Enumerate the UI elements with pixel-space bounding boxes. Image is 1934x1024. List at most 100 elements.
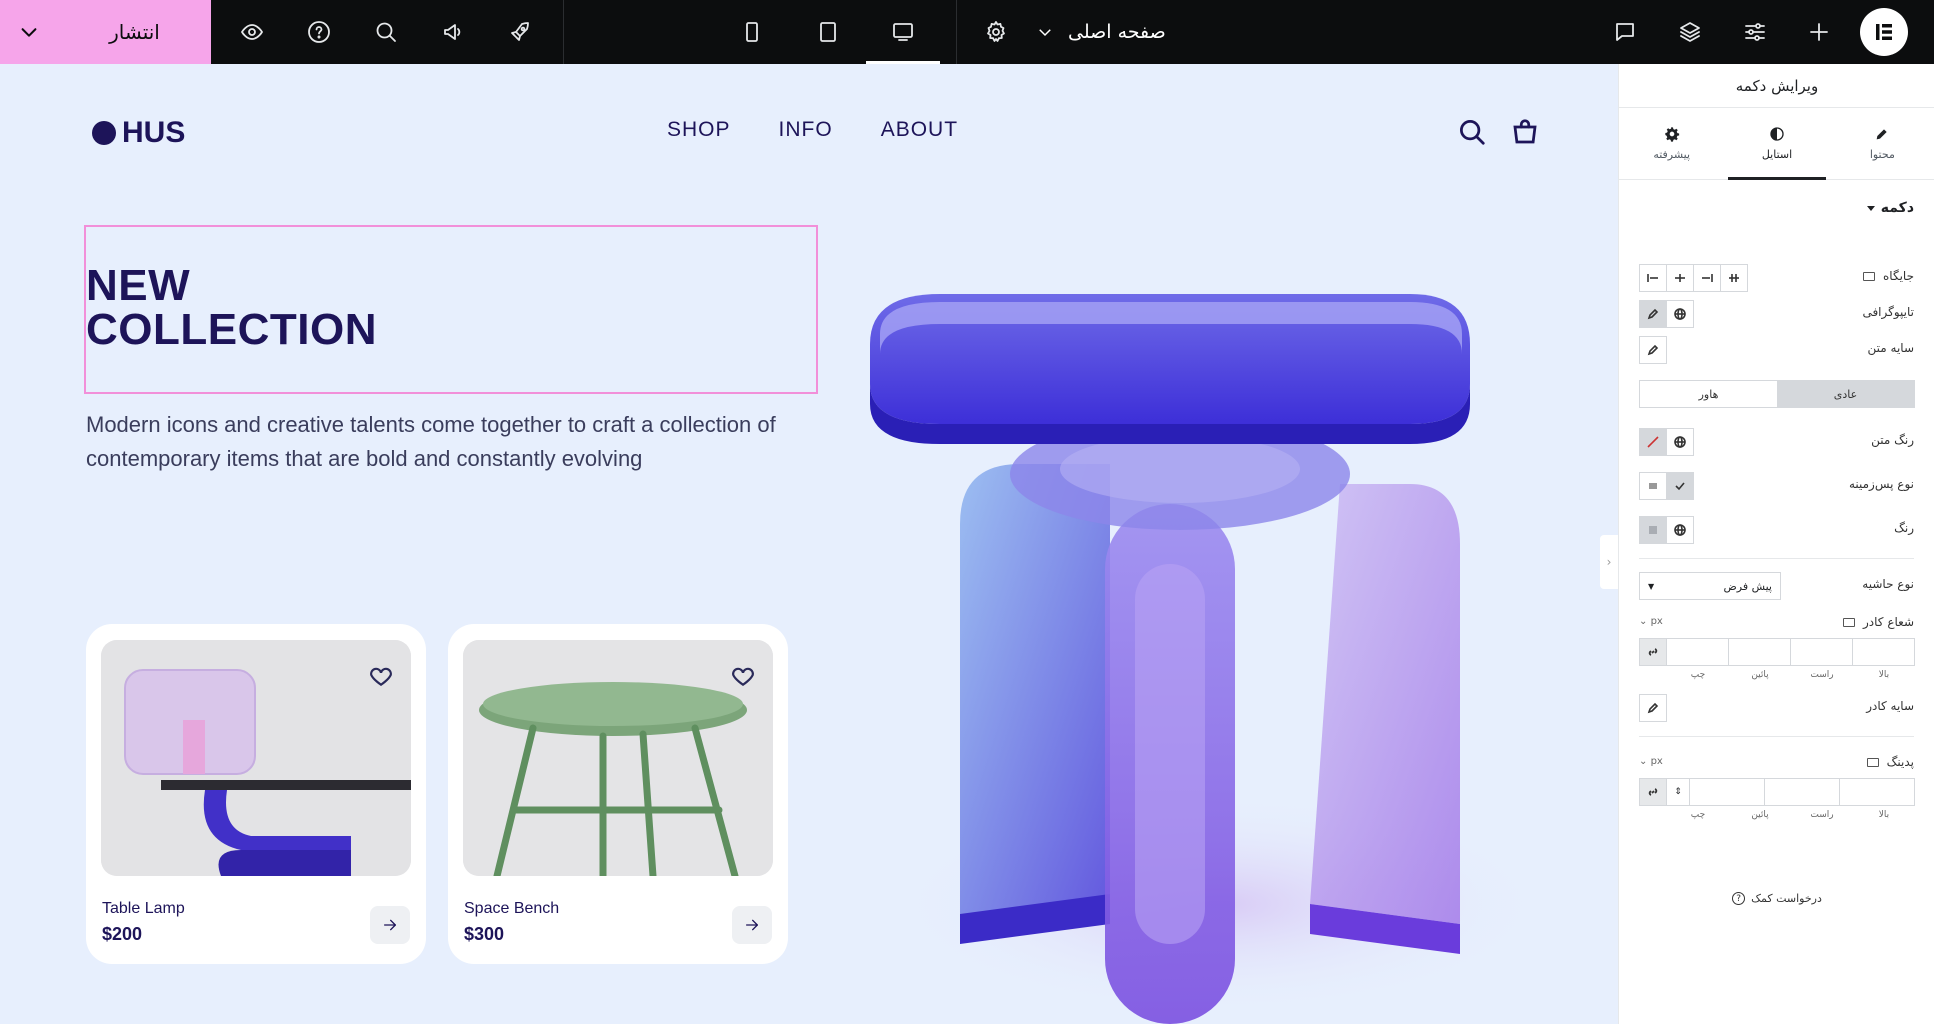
background-color-swatch[interactable] bbox=[1639, 516, 1667, 544]
radius-bottom-input[interactable] bbox=[1728, 638, 1791, 666]
add-element-button[interactable] bbox=[1799, 12, 1839, 52]
padding-stepper[interactable]: ⇕ bbox=[1666, 778, 1690, 806]
heart-icon bbox=[370, 667, 392, 686]
launch-button[interactable] bbox=[500, 12, 540, 52]
comment-icon bbox=[1616, 23, 1634, 41]
border-radius-side-labels: بالا راست پائین چپ bbox=[1667, 670, 1915, 680]
hero-product-image[interactable] bbox=[850, 264, 1570, 1024]
check-icon bbox=[1675, 482, 1685, 491]
text-shadow-edit-button[interactable] bbox=[1639, 336, 1667, 364]
tab-advanced[interactable]: پیشرفته bbox=[1619, 108, 1724, 179]
box-shadow-label: سایه کادر bbox=[1866, 699, 1914, 713]
border-radius-inputs bbox=[1639, 638, 1915, 666]
border-type-select[interactable]: پیش فرض ▼ bbox=[1639, 572, 1781, 600]
section-toggle-button[interactable]: دکمه bbox=[1866, 200, 1914, 216]
position-label-text: جایگاه bbox=[1883, 269, 1914, 283]
pencil-icon bbox=[1647, 308, 1659, 320]
border-radius-unit-select[interactable]: ⌄ px bbox=[1639, 616, 1663, 627]
product-image-lamp[interactable] bbox=[101, 640, 411, 876]
structure-button[interactable] bbox=[1670, 12, 1710, 52]
mobile-view-button[interactable] bbox=[732, 12, 772, 52]
padding-right-input[interactable] bbox=[1764, 778, 1840, 806]
product-link-button[interactable] bbox=[370, 906, 410, 944]
side-right-label: راست bbox=[1810, 670, 1834, 680]
radius-right-input[interactable] bbox=[1790, 638, 1853, 666]
wishlist-button[interactable] bbox=[365, 660, 397, 692]
notifications-button[interactable] bbox=[433, 12, 473, 52]
link-values-button[interactable] bbox=[1639, 638, 1667, 666]
page-settings-button[interactable] bbox=[976, 12, 1016, 52]
state-hover-tab[interactable]: هاور bbox=[1640, 381, 1777, 407]
help-link[interactable]: درخواست کمک ? bbox=[1619, 892, 1934, 905]
headline-line-1: NEW bbox=[86, 261, 191, 310]
hero-headline[interactable]: NEW COLLECTION bbox=[86, 264, 377, 352]
tab-advanced-label: پیشرفته bbox=[1653, 148, 1691, 161]
gear-icon bbox=[1665, 127, 1679, 142]
text-shadow-label: سایه متن bbox=[1867, 341, 1914, 355]
color-global-button[interactable] bbox=[1666, 516, 1694, 544]
padding-label: پدینگ bbox=[1866, 755, 1914, 769]
side-top-label: بالا bbox=[1878, 670, 1890, 680]
tablet-view-button[interactable] bbox=[808, 12, 848, 52]
align-stretch-button[interactable] bbox=[1720, 264, 1748, 292]
background-type-label: نوع پس‌زمینه bbox=[1848, 477, 1914, 491]
arrow-right-icon bbox=[384, 919, 396, 931]
rocket-icon bbox=[511, 22, 529, 41]
box-shadow-edit-button[interactable] bbox=[1639, 694, 1667, 722]
search-icon bbox=[1460, 120, 1485, 145]
publish-options-button[interactable] bbox=[0, 0, 58, 64]
panel-collapse-toggle[interactable]: › bbox=[1600, 535, 1618, 589]
background-gradient-button[interactable] bbox=[1666, 472, 1694, 500]
elementor-menu-button[interactable] bbox=[1860, 8, 1908, 56]
align-end-button[interactable] bbox=[1693, 264, 1721, 292]
brand-name: HUS bbox=[122, 116, 186, 149]
background-type-control: نوع پس‌زمینه bbox=[1639, 472, 1914, 500]
help-icon bbox=[308, 21, 330, 43]
editor-canvas[interactable]: HUS SHOP INFO ABOUT NEW COLLECTION Moder… bbox=[0, 64, 1618, 1024]
box-shadow-control: سایه کادر bbox=[1639, 694, 1914, 722]
product-card[interactable]: Space Bench $300 bbox=[448, 624, 788, 964]
site-logo[interactable]: HUS bbox=[92, 116, 185, 150]
state-normal-tab[interactable]: عادی bbox=[1777, 381, 1914, 407]
tab-style[interactable]: استایل bbox=[1724, 108, 1829, 180]
padding-unit-select[interactable]: ⌄ px bbox=[1639, 756, 1663, 767]
padding-top-input[interactable] bbox=[1839, 778, 1915, 806]
product-card[interactable]: Table Lamp $200 bbox=[86, 624, 426, 964]
eye-icon bbox=[241, 24, 263, 40]
radius-top-input[interactable] bbox=[1852, 638, 1915, 666]
comments-button[interactable] bbox=[1605, 12, 1645, 52]
radius-left-input[interactable] bbox=[1666, 638, 1729, 666]
text-color-global-button[interactable] bbox=[1666, 428, 1694, 456]
site-settings-button[interactable] bbox=[1735, 12, 1775, 52]
text-shadow-control: سایه متن bbox=[1639, 336, 1914, 364]
typography-edit-button[interactable] bbox=[1639, 300, 1667, 328]
publish-button[interactable]: انتشار bbox=[58, 0, 211, 64]
help-button[interactable] bbox=[299, 12, 339, 52]
desktop-view-button[interactable] bbox=[883, 12, 923, 52]
background-color-control: رنگ bbox=[1639, 516, 1914, 544]
mobile-icon bbox=[746, 22, 758, 42]
background-classic-button[interactable] bbox=[1639, 472, 1667, 500]
preview-button[interactable] bbox=[232, 12, 272, 52]
text-color-swatch[interactable] bbox=[1639, 428, 1667, 456]
align-end-icon bbox=[1702, 274, 1713, 282]
search-button[interactable] bbox=[366, 12, 406, 52]
nav-info[interactable]: INFO bbox=[779, 118, 833, 142]
product-link-button[interactable] bbox=[732, 906, 772, 944]
divider bbox=[1639, 558, 1914, 559]
align-center-button[interactable] bbox=[1666, 264, 1694, 292]
tab-content[interactable]: محتوا bbox=[1830, 108, 1934, 179]
padding-bottom-input[interactable] bbox=[1689, 778, 1765, 806]
page-name: صفحه اصلی bbox=[1068, 21, 1166, 43]
cart-button[interactable] bbox=[1507, 114, 1543, 150]
typography-global-button[interactable] bbox=[1666, 300, 1694, 328]
nav-about[interactable]: ABOUT bbox=[881, 118, 958, 142]
product-image-bench[interactable] bbox=[463, 640, 773, 876]
link-values-button[interactable] bbox=[1639, 778, 1667, 806]
page-selector[interactable]: صفحه اصلی bbox=[1036, 0, 1166, 64]
align-start-button[interactable] bbox=[1639, 264, 1667, 292]
site-search-button[interactable] bbox=[1454, 114, 1490, 150]
hero-description[interactable]: Modern icons and creative talents come t… bbox=[86, 408, 846, 476]
wishlist-button[interactable] bbox=[727, 660, 759, 692]
nav-shop[interactable]: SHOP bbox=[667, 118, 731, 142]
